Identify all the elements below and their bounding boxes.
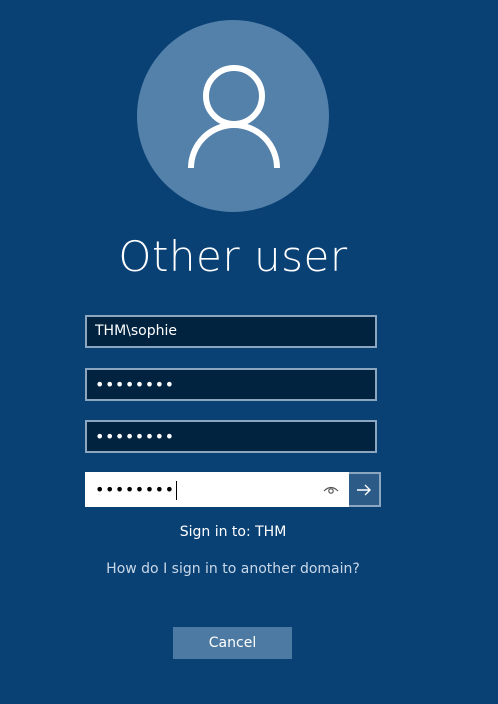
password-field-1[interactable]: •••••••• — [85, 368, 377, 401]
text-caret — [175, 481, 177, 500]
user-icon — [188, 65, 280, 169]
arrow-right-icon — [357, 484, 371, 495]
username-field[interactable]: THM\sophie — [85, 315, 377, 348]
password-field-3-value: •••••••• — [95, 480, 175, 499]
sign-in-to-label: Sign in to: THM — [179, 524, 287, 540]
password-field-2[interactable]: •••••••• — [85, 420, 377, 453]
other-domain-link[interactable]: How do I sign in to another domain? — [0, 561, 466, 577]
eye-icon[interactable] — [323, 483, 339, 497]
submit-button[interactable] — [349, 472, 381, 507]
active-password-row: •••••••• — [85, 472, 381, 507]
avatar — [137, 20, 329, 212]
password-field-3[interactable]: •••••••• — [85, 472, 349, 507]
cancel-button[interactable]: Cancel — [173, 627, 292, 659]
page-title: Other user — [118, 232, 348, 281]
